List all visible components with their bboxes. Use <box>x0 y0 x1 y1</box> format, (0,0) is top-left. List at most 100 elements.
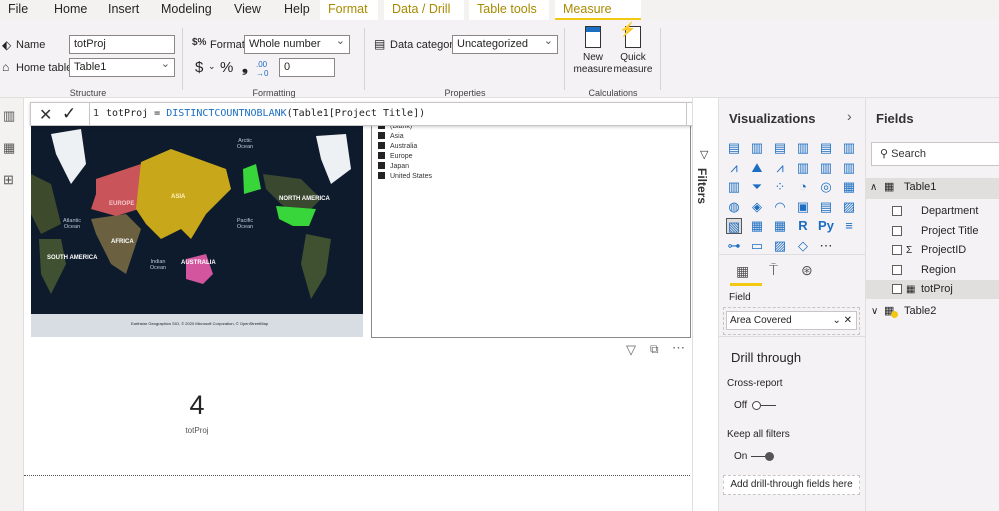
tab-measure-tools[interactable]: Measure tools <box>555 0 641 35</box>
line-column-visual-icon[interactable]: ▥ <box>795 160 811 176</box>
fields-tab-icon[interactable]: ▦ <box>736 263 749 280</box>
percent-button[interactable]: % <box>220 59 233 76</box>
tab-home[interactable]: Home <box>46 0 95 20</box>
more-options-icon[interactable]: ⋯ <box>672 340 685 356</box>
card-visual[interactable]: ▽ ⧉ ⋯ 4 totProj <box>24 340 690 475</box>
key-influencers-visual-icon[interactable]: ≡ <box>841 218 857 234</box>
map-visual-icon[interactable]: ◍ <box>726 199 742 215</box>
data-category-select[interactable]: Uncategorized <box>452 33 558 54</box>
tab-data-drill[interactable]: Data / Drill <box>384 0 464 20</box>
r-visual-visual-icon[interactable]: R <box>795 218 811 234</box>
table-table1[interactable]: ∧ ▦ Table1 <box>866 178 999 199</box>
table-table2[interactable]: ∨ ▦ Table2 <box>866 302 999 321</box>
cross-report-toggle[interactable] <box>752 401 776 410</box>
calculator-icon <box>585 26 601 48</box>
formula-input[interactable]: totProj = DISTINCTCOUNTNOBLANK(Table1[Pr… <box>106 108 686 119</box>
tab-modeling[interactable]: Modeling <box>153 0 220 20</box>
decimal-icon[interactable]: .00 →0 <box>256 60 268 78</box>
slicer-visual-icon[interactable]: ▧ <box>726 218 742 234</box>
tab-file[interactable]: File <box>0 0 36 20</box>
keep-filters-toggle[interactable] <box>751 452 775 461</box>
waterfall-visual-icon[interactable]: ▥ <box>726 179 742 195</box>
field-well-area-covered[interactable]: Area Covered ⌄ ✕ <box>726 311 857 330</box>
decimal-places-input[interactable]: 0 <box>279 58 335 77</box>
report-view-icon[interactable]: ▥ <box>3 108 15 124</box>
format-select[interactable]: Whole number <box>244 33 350 54</box>
legend-visual[interactable]: (Blank) Asia Australia Europe Japan Unit… <box>371 120 691 338</box>
name-input[interactable]: totProj <box>69 35 175 54</box>
remove-field-icon[interactable]: ⌄ ✕ <box>832 312 852 329</box>
tab-help[interactable]: Help <box>276 0 318 20</box>
clustered-column-visual-icon[interactable]: ▥ <box>795 140 811 156</box>
100-column-visual-icon[interactable]: ▥ <box>841 140 857 156</box>
add-drill-through-fields[interactable]: Add drill-through fields here <box>723 475 860 495</box>
100-bar-visual-icon[interactable]: ▤ <box>818 140 834 156</box>
more-visual-icon[interactable]: ⋯ <box>818 238 834 254</box>
stacked-column-visual-icon[interactable]: ▥ <box>749 140 765 156</box>
line-visual-icon[interactable]: ⩘ <box>726 160 742 176</box>
field-checkbox[interactable] <box>892 284 902 294</box>
analytics-icon[interactable]: ⊛ <box>801 262 813 279</box>
python-visual-visual-icon[interactable]: Py <box>818 218 834 234</box>
power-apps-visual-icon[interactable]: ◇ <box>795 238 811 254</box>
smart-narrative-visual-icon[interactable]: ▨ <box>772 238 788 254</box>
kpi-visual-icon[interactable]: ▨ <box>841 199 857 215</box>
tab-table-tools[interactable]: Table tools <box>469 0 549 20</box>
new-measure-button[interactable]: New measure <box>570 24 616 86</box>
home-table-select[interactable]: Table1 <box>69 56 175 77</box>
line-clustered-column-visual-icon[interactable]: ▥ <box>818 160 834 176</box>
currency-button[interactable]: $ <box>195 59 203 76</box>
fields-search-input[interactable]: ⚲ Search <box>871 142 999 166</box>
clustered-bar-visual-icon[interactable]: ▤ <box>772 140 788 156</box>
ribbon-visual-icon[interactable]: ▥ <box>841 160 857 176</box>
map-visual[interactable]: EUROPE ASIA NORTH AMERICA AFRICA SOUTH A… <box>31 124 363 337</box>
format-label: Format <box>210 39 245 51</box>
decomposition-tree-visual-icon[interactable]: ⊶ <box>726 238 742 254</box>
legend-item: Europe <box>378 152 413 162</box>
qa-visual-icon[interactable]: ▭ <box>749 238 765 254</box>
field-item[interactable]: Project Title <box>866 222 999 241</box>
tab-format[interactable]: Format <box>320 0 378 20</box>
home-table-label: Home table <box>16 62 73 74</box>
table-visual-icon[interactable]: ▦ <box>749 218 765 234</box>
card-visual-icon[interactable]: ▣ <box>795 199 811 215</box>
chevron-down-icon[interactable]: ⌄ <box>208 61 216 72</box>
tab-insert[interactable]: Insert <box>100 0 147 20</box>
field-item[interactable]: ▦ totProj <box>866 280 999 299</box>
format-paint-roller-icon[interactable]: ⍑ <box>769 262 778 279</box>
matrix-visual-icon[interactable]: ▦ <box>772 218 788 234</box>
stacked-bar-visual-icon[interactable]: ▤ <box>726 140 742 156</box>
pie-visual-icon[interactable]: ◔ <box>795 179 811 195</box>
data-view-icon[interactable]: ▦ <box>3 140 15 156</box>
cancel-formula-button[interactable]: ✕ <box>39 105 52 125</box>
stacked-area-visual-icon[interactable]: ⩘ <box>772 160 788 176</box>
field-checkbox[interactable] <box>892 264 902 275</box>
treemap-visual-icon[interactable]: ▦ <box>841 179 857 195</box>
filters-pane-collapsed[interactable]: ▽ Filters <box>692 98 718 511</box>
filter-icon[interactable]: ▽ <box>626 342 636 358</box>
field-item-label: totProj <box>921 283 953 295</box>
field-item[interactable]: Region <box>866 261 999 280</box>
field-item-label: ProjectID <box>921 244 967 256</box>
commit-formula-button[interactable]: ✓ <box>62 104 76 124</box>
gauge-visual-icon[interactable]: ◠ <box>772 199 788 215</box>
area-visual-icon[interactable]: ⛰ <box>749 160 765 176</box>
focus-mode-icon[interactable]: ⧉ <box>650 342 659 357</box>
keep-filters-state: On <box>734 451 748 462</box>
donut-visual-icon[interactable]: ◎ <box>818 179 834 195</box>
field-item[interactable]: Σ ProjectID <box>866 241 999 260</box>
field-item[interactable]: Department <box>866 202 999 221</box>
field-checkbox[interactable] <box>892 225 902 236</box>
funnel-visual-icon[interactable]: ⏷ <box>749 179 765 195</box>
collapse-chevron-icon[interactable]: › <box>847 108 852 124</box>
comma-button[interactable]: ❟ <box>242 59 248 76</box>
tab-view[interactable]: View <box>226 0 269 20</box>
quick-measure-button[interactable]: ⚡ Quick measure <box>612 21 654 86</box>
field-checkbox[interactable] <box>892 206 902 216</box>
field-checkbox[interactable] <box>892 245 902 255</box>
model-view-icon[interactable]: ⊞ <box>3 172 14 188</box>
scatter-visual-icon[interactable]: ⁘ <box>772 179 788 195</box>
filled-map-visual-icon[interactable]: ◈ <box>749 199 765 215</box>
multi-row-card-visual-icon[interactable]: ▤ <box>818 199 834 215</box>
label-atlantic-ocean: Atlantic Ocean <box>62 218 82 230</box>
